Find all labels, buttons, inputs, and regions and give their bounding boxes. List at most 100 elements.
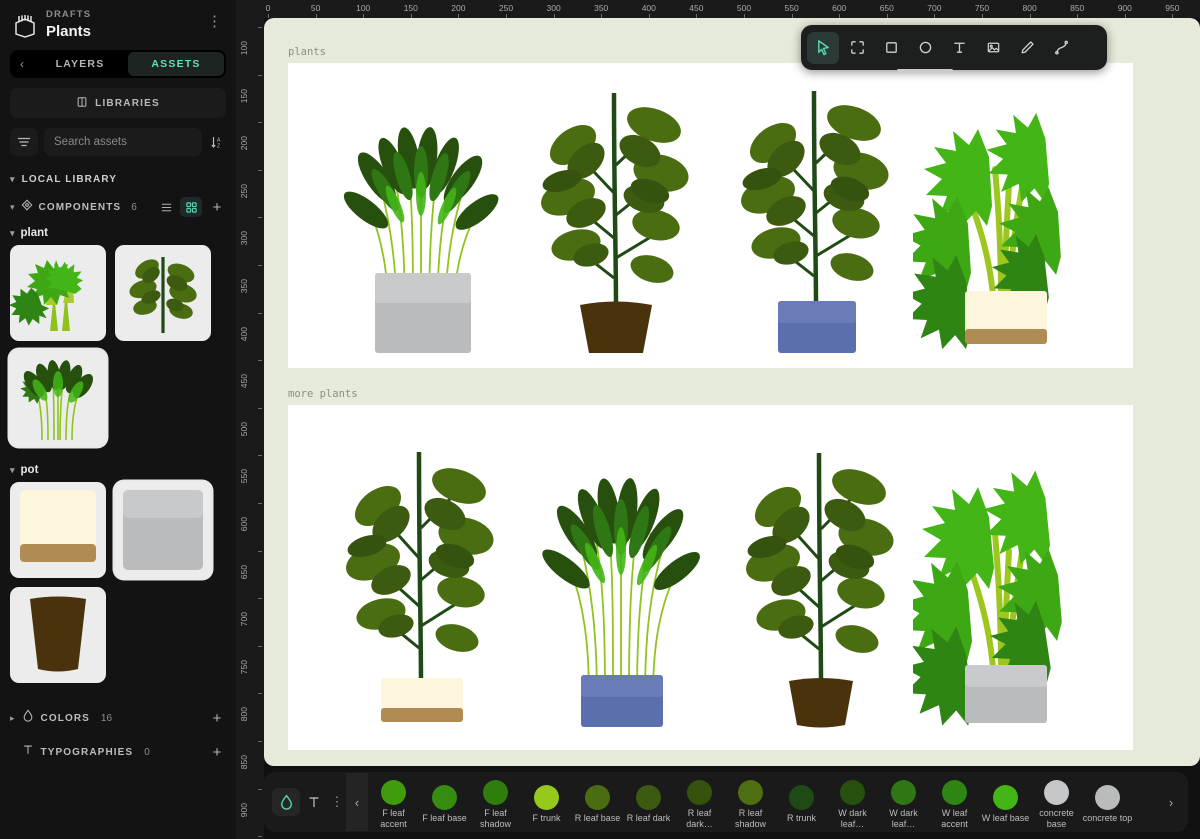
plant-rubber-brown[interactable]: [528, 73, 703, 353]
color-swatch[interactable]: W leaf accent: [929, 775, 980, 830]
asset-thumb-pot-concrete[interactable]: [115, 482, 211, 579]
swatch-dot[interactable]: [891, 779, 916, 805]
swatch-label: R leaf dark…: [686, 807, 713, 829]
swatch-dot[interactable]: [840, 779, 865, 805]
plant-fern-blue[interactable]: [533, 427, 713, 727]
palette-next-button[interactable]: ›: [1158, 773, 1184, 831]
typographies-section[interactable]: ▸ TYPOGRAPHIES 0 +: [0, 735, 236, 769]
frame-label-more-plants[interactable]: more plants: [288, 388, 358, 400]
swatch-label: concrete top: [1082, 813, 1133, 824]
swatch-dot[interactable]: [483, 779, 508, 805]
ruler-tick: [258, 169, 262, 171]
add-component-button[interactable]: +: [208, 200, 226, 215]
rectangle-tool[interactable]: [875, 32, 907, 64]
color-drop-icon: [22, 709, 34, 727]
list-view-button[interactable]: [155, 197, 177, 217]
horizontal-ruler[interactable]: 0 50 100 150 200 250 300 350 400 450 500 550 600 650 7…: [236, 0, 1200, 18]
color-swatch[interactable]: F trunk: [521, 780, 572, 824]
chevron-left-icon[interactable]: ‹: [12, 57, 32, 71]
asset-thumb-pot-brown[interactable]: [10, 587, 106, 684]
swatch-label: concrete base: [1039, 807, 1074, 829]
filter-icon[interactable]: [10, 128, 38, 157]
plant-rubber-blue[interactable]: [728, 73, 903, 353]
swatch-dot[interactable]: [789, 785, 814, 811]
plant-fatsia-cream[interactable]: [913, 73, 1098, 353]
libraries-button[interactable]: LIBRARIES: [10, 88, 226, 119]
grid-view-button[interactable]: [180, 197, 202, 218]
swatch-dot[interactable]: [585, 785, 610, 811]
color-swatch[interactable]: W dark leaf…: [878, 775, 929, 830]
pen-curve-tool[interactable]: [1045, 32, 1077, 64]
search-box[interactable]: [44, 128, 202, 157]
kebab-menu-icon[interactable]: ⋮: [205, 10, 224, 33]
tab-layers[interactable]: LAYERS: [32, 52, 128, 76]
ruler-tick-label: 250: [239, 183, 249, 198]
swatch-label: F leaf base: [422, 813, 467, 824]
swatch-dot[interactable]: [993, 785, 1018, 811]
frame-more-plants[interactable]: [288, 405, 1133, 750]
ruler-tick-label: 750: [974, 3, 990, 13]
add-typography-button[interactable]: +: [208, 745, 226, 760]
vertical-ruler[interactable]: 100 150 200 250 300 350 400 450 500 550 600 650 700 7…: [236, 18, 264, 839]
palette-prev-button[interactable]: ‹: [346, 773, 368, 831]
swatch-dot[interactable]: [687, 779, 712, 805]
chevron-down-icon[interactable]: ▾: [10, 202, 15, 213]
local-library-section-header[interactable]: ▾ LOCAL LIBRARY: [0, 156, 236, 191]
asset-group-header-pot[interactable]: ▾ pot: [0, 460, 236, 482]
color-swatch[interactable]: F leaf accent: [368, 775, 419, 830]
plant-rubber-brown-2[interactable]: [733, 433, 908, 728]
components-count: 6: [131, 201, 137, 213]
color-swatch[interactable]: R trunk: [776, 780, 827, 824]
frame-label-plants[interactable]: plants: [288, 46, 326, 58]
color-swatch[interactable]: concrete top: [1082, 780, 1133, 824]
sort-az-icon[interactable]: A Z: [208, 131, 226, 153]
swatch-dot[interactable]: [432, 785, 457, 811]
swatch-dot[interactable]: [942, 779, 967, 805]
sidebar-header: DRAFTS Plants ⋮: [0, 0, 236, 46]
search-input[interactable]: [54, 136, 192, 149]
pencil-tool[interactable]: [1011, 32, 1043, 64]
plant-fern-concrete[interactable]: [333, 78, 513, 353]
colors-section[interactable]: ▸ COLORS 16 +: [0, 701, 236, 735]
ruler-tick-label: 250: [498, 3, 514, 13]
add-color-button[interactable]: +: [208, 711, 226, 726]
breadcrumb-drafts[interactable]: DRAFTS: [46, 9, 205, 21]
fill-drop-icon[interactable]: [272, 788, 300, 816]
text-style-icon[interactable]: [300, 788, 328, 816]
design-canvas[interactable]: plants more plants: [264, 18, 1200, 766]
plant-rubber-cream[interactable]: [333, 430, 508, 730]
color-palette-bar: ⋮ ‹ F leaf accent F leaf base F leaf shado…: [264, 772, 1188, 832]
asset-group-header-plant[interactable]: ▾ plant: [0, 223, 236, 245]
swatch-dot[interactable]: [738, 779, 763, 805]
color-swatch[interactable]: concrete base: [1031, 775, 1082, 830]
color-swatch[interactable]: W leaf base: [980, 780, 1031, 824]
color-swatch[interactable]: F leaf shadow: [470, 775, 521, 830]
image-tool[interactable]: [977, 32, 1009, 64]
tab-assets[interactable]: ASSETS: [128, 52, 224, 77]
cursor-tool[interactable]: [807, 31, 839, 64]
ruler-tick: [258, 598, 262, 600]
swatch-dot[interactable]: [1044, 779, 1069, 805]
colors-count: 16: [100, 712, 113, 724]
color-swatch[interactable]: R leaf dark…: [674, 775, 725, 830]
text-tool[interactable]: [943, 32, 975, 64]
swatch-dot[interactable]: [636, 785, 661, 811]
ellipse-tool[interactable]: [897, 32, 953, 72]
color-swatch[interactable]: W dark leaf…: [827, 775, 878, 830]
ruler-tick: [258, 550, 262, 552]
frame-plants[interactable]: [288, 63, 1133, 368]
color-swatch[interactable]: R leaf shadow: [725, 775, 776, 830]
plant-fatsia-concrete[interactable]: [913, 427, 1098, 727]
swatch-dot[interactable]: [534, 785, 559, 811]
asset-thumb-fatsia[interactable]: [10, 245, 106, 342]
color-swatch[interactable]: R leaf dark: [623, 780, 674, 824]
swatch-dot[interactable]: [1095, 785, 1120, 811]
color-swatch[interactable]: R leaf base: [572, 780, 623, 824]
color-swatch[interactable]: F leaf base: [419, 780, 470, 824]
kebab-menu-icon[interactable]: ⋮: [328, 794, 346, 810]
asset-thumb-pot-cream[interactable]: [10, 482, 106, 579]
asset-thumb-fern[interactable]: [10, 350, 106, 447]
asset-thumb-rubber[interactable]: [115, 245, 211, 342]
frame-tool[interactable]: [841, 32, 873, 64]
swatch-dot[interactable]: [381, 779, 406, 805]
